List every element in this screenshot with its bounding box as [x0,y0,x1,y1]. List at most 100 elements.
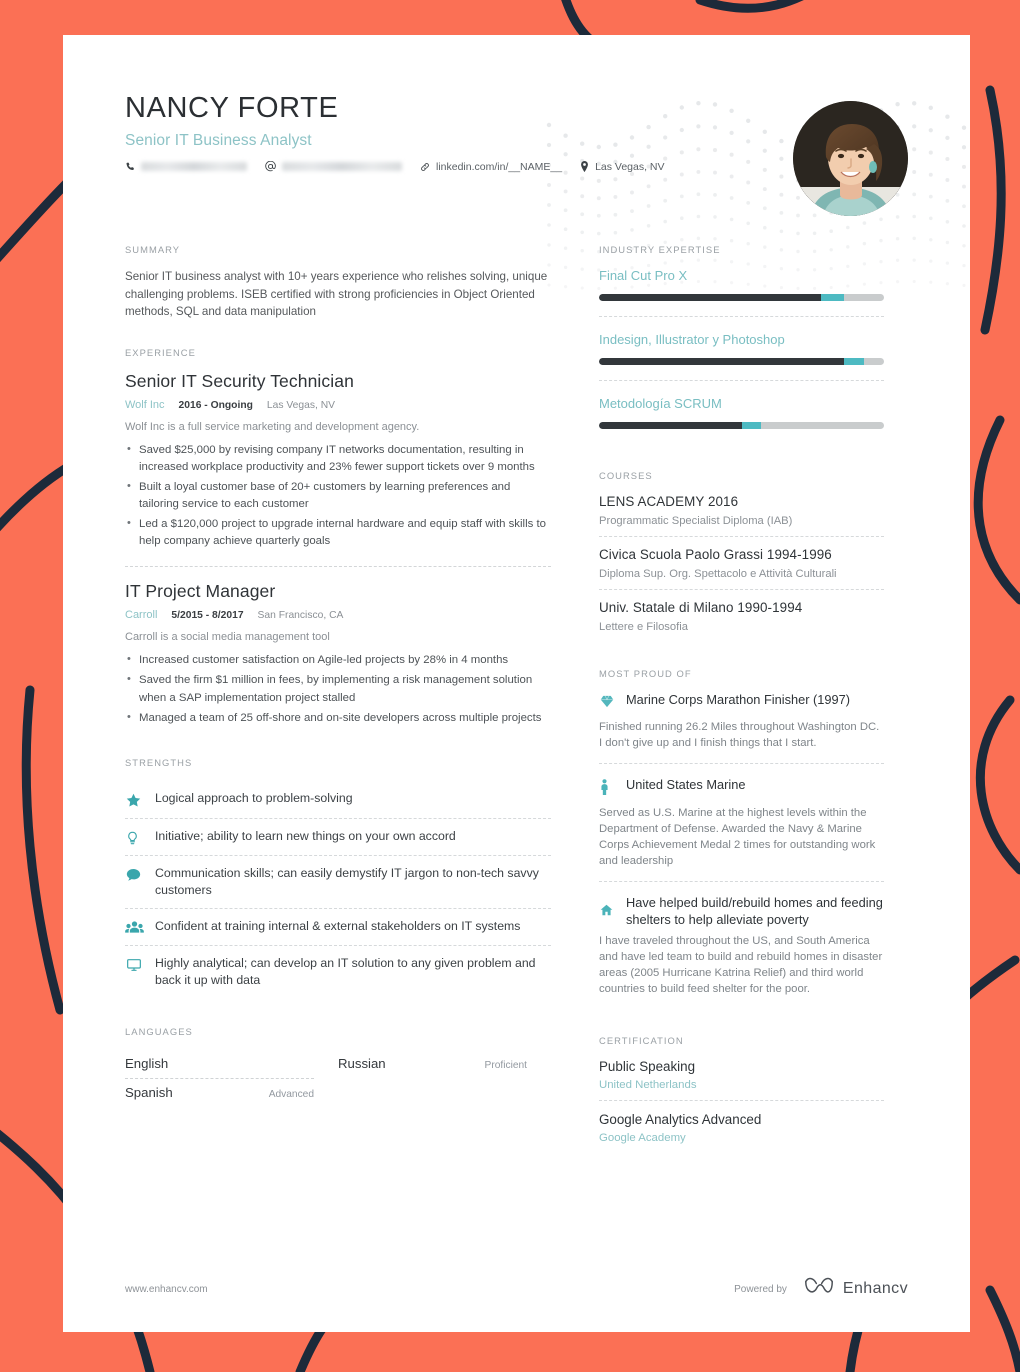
experience-entry: Senior IT Security Technician Wolf Inc 2… [125,371,551,551]
job-bullet-list: Saved $25,000 by revising company IT net… [125,441,551,551]
job-title: IT Project Manager [125,581,276,602]
job-location: San Francisco, CA [257,610,344,622]
strength-text: Highly analytical; can develop an IT sol… [155,955,536,987]
skill-bar-mid [844,358,865,365]
job-bullet: Saved the firm $1 million in fees, by im… [125,671,551,706]
languages-column-left: English Spanish Advanced [125,1050,338,1107]
strength-text: Initiative; ability to learn new things … [155,828,456,843]
chat-bubble-icon [125,865,155,883]
most-proud-of-section-label: MOST PROUD OF [599,668,692,679]
strengths-section: STRENGTHS Logical approach to problem-so… [125,757,551,998]
certification-name: Public Speaking [599,1059,696,1075]
job-dates: 5/2015 - 8/2017 [171,610,244,622]
course-item: Civica Scuola Paolo Grassi 1994-1996 Dip… [599,547,884,590]
course-item: Univ. Statale di Milano 1990-1994 Letter… [599,600,884,642]
courses-section: COURSES LENS ACADEMY 2016 Programmatic S… [599,470,884,642]
star-icon [125,790,155,809]
phone-icon [125,162,135,172]
strength-item: Communication skills; can easily demysti… [125,856,551,909]
certification-issuer: Google Academy [599,1132,686,1145]
course-name: Univ. Statale di Milano 1990-1994 [599,600,803,615]
most-proud-of-section: MOST PROUD OF Marine Corps Marathon Fini… [599,668,884,1009]
job-company: Wolf Inc [125,398,165,411]
page-title: NANCY FORTE [125,92,339,124]
job-meta: Wolf Inc 2016 - Ongoing Las Vegas, NV [125,399,551,411]
course-item: LENS ACADEMY 2016 Programmatic Specialis… [599,494,884,537]
job-dates: 2016 - Ongoing [178,399,253,411]
languages-section-label: LANGUAGES [125,1025,193,1037]
strength-item: Initiative; ability to learn new things … [125,819,551,856]
language-level: Advanced [268,1088,314,1100]
home-icon [599,895,626,922]
strength-text: Logical approach to problem-solving [155,790,353,805]
course-subtitle: Programmatic Specialist Diploma (IAB) [599,515,793,527]
languages-column-right: Russian Proficient [338,1050,551,1107]
skill-item: Final Cut Pro X [599,268,884,317]
language-row: English [125,1050,314,1079]
certification-item: Google Analytics Advanced Google Academy [599,1112,884,1153]
avatar [793,101,908,216]
skill-bar-dark [599,294,822,301]
summary-section-label: SUMMARY [125,244,181,255]
contact-phone [125,162,247,172]
footer-brand-name: Enhancv [842,1280,908,1297]
job-location: Las Vegas, NV [266,399,336,411]
job-bullet: Built a loyal customer base of 20+ custo… [125,478,551,513]
proud-title: United States Marine [626,777,746,793]
certification-section-label: CERTIFICATION [599,1035,684,1047]
job-bullet: Saved $25,000 by revising company IT net… [125,441,551,476]
diamond-icon [599,692,626,714]
proud-item: Marine Corps Marathon Finisher (1997) Fi… [599,692,884,765]
skill-bar [599,358,884,365]
job-description: Wolf Inc is a full service marketing and… [125,420,420,433]
contact-email [265,161,402,172]
certification-issuer: United Netherlands [599,1079,697,1092]
link-icon [420,162,430,172]
proud-text: I have traveled throughout the US, and S… [599,934,883,996]
course-name: Civica Scuola Paolo Grassi 1994-1996 [599,547,832,562]
language-row: Spanish Advanced [125,1079,314,1107]
strength-item: Confident at training internal & externa… [125,909,551,946]
job-bullet: Led a $120,000 project to upgrade intern… [125,515,551,550]
skill-bar-dark [599,422,742,429]
enhancv-logo-icon [804,1277,834,1302]
strength-text: Communication skills; can easily demysti… [155,865,539,897]
experience-section-label: EXPERIENCE [125,346,196,358]
language-row: Russian Proficient [338,1050,527,1078]
certification-section: CERTIFICATION Public Speaking United Net… [599,1035,884,1153]
skill-name: Metodología SCRUM [599,396,722,411]
summary-section: SUMMARY Senior IT business analyst with … [125,244,551,321]
person-icon [599,777,626,800]
lightbulb-icon [125,828,155,846]
language-name: Russian [338,1055,386,1071]
contact-linkedin[interactable]: linkedin.com/in/__NAME__ [420,161,562,173]
strength-item: Logical approach to problem-solving [125,781,551,819]
course-name: LENS ACADEMY 2016 [599,494,739,509]
strength-item: Highly analytical; can develop an IT sol… [125,946,551,998]
certification-item: Public Speaking United Netherlands [599,1059,884,1102]
skill-bar-mid [821,294,845,301]
proud-title: Have helped build/rebuild homes and feed… [626,895,883,927]
strength-text: Confident at training internal & externa… [155,918,521,933]
job-bullet: Increased customer satisfaction on Agile… [125,651,551,669]
experience-section: EXPERIENCE Senior IT Security Technician… [125,347,551,727]
monitor-icon [125,955,155,973]
resume-page: NANCY FORTE Senior IT Business Analyst l… [63,35,970,1332]
job-bullet-list: Increased customer satisfaction on Agile… [125,651,551,726]
language-name: English [125,1055,169,1071]
language-level: Proficient [484,1059,527,1071]
course-subtitle: Diploma Sup. Org. Spettacolo e Attività … [599,568,837,580]
skill-bar-mid [741,422,762,429]
contact-location: Las Vegas, NV [580,161,665,173]
skill-bar-dark [599,358,845,365]
skill-bar [599,422,884,429]
summary-text: Senior IT business analyst with 10+ year… [125,270,548,319]
skill-bar [599,294,884,301]
phone-value-redacted [141,162,247,172]
job-description: Carroll is a social media management too… [125,631,330,644]
resume-header: NANCY FORTE Senior IT Business Analyst l… [125,92,908,228]
courses-section-label: COURSES [599,470,653,481]
linkedin-value: linkedin.com/in/__NAME__ [436,160,563,173]
job-title: Senior IT Security Technician [125,370,354,391]
footer-website[interactable]: www.enhancv.com [125,1284,208,1295]
